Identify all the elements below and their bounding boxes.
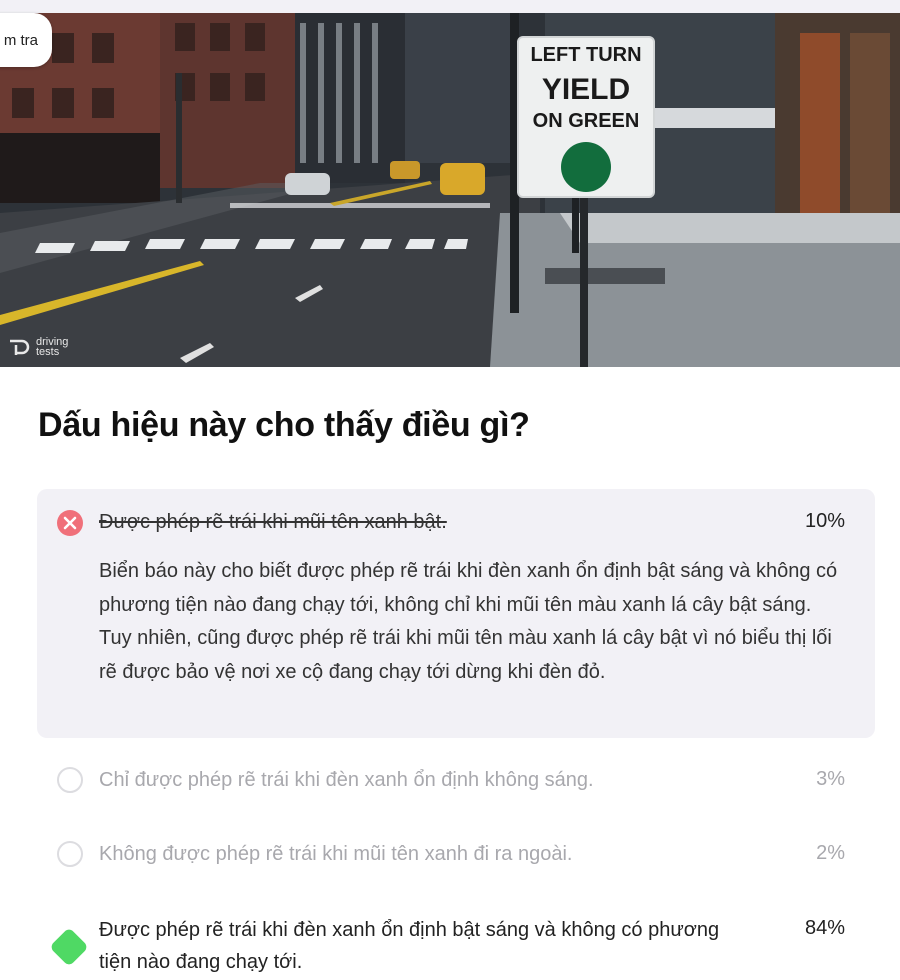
radio-circle-icon — [57, 767, 83, 793]
answer-3-label: Không được phép rẽ trái khi mũi tên xanh… — [99, 843, 573, 865]
back-pill[interactable]: m tra — [0, 13, 52, 67]
answer-3-percent: 2% — [816, 842, 845, 864]
answer-2-percent: 3% — [816, 768, 845, 790]
answer-1-percent: 10% — [804, 510, 845, 532]
answer-option-4[interactable]: Được phép rẽ trái khi đèn xanh ổn định b… — [37, 913, 875, 980]
sign-line-1: LEFT TURN — [530, 44, 641, 66]
radio-circle-icon — [57, 841, 83, 867]
sign-line-2: YIELD — [542, 73, 630, 106]
watermark: driving tests — [8, 336, 80, 358]
question-image: LEFT TURN YIELD ON GREEN — [0, 13, 900, 367]
correct-diamond-icon — [49, 927, 89, 967]
wrong-icon — [57, 510, 83, 536]
answer-option-3[interactable]: Không được phép rẽ trái khi mũi tên xanh… — [37, 836, 875, 876]
back-pill-label: m tra — [3, 31, 38, 49]
answer-option-2[interactable]: Chỉ được phép rẽ trái khi đèn xanh ổn đị… — [37, 762, 875, 802]
answer-2-label: Chỉ được phép rẽ trái khi đèn xanh ổn đị… — [99, 769, 594, 791]
answer-4-label: Được phép rẽ trái khi đèn xanh ổn định b… — [99, 919, 720, 973]
sign-line-3: ON GREEN — [533, 110, 640, 132]
question-title: Dấu hiệu này cho thấy điều gì? — [38, 406, 530, 444]
answer-explanation: Biển báo này cho biết được phép rẽ trái … — [99, 560, 838, 683]
green-circle — [561, 142, 611, 192]
watermark-text: driving tests — [36, 336, 69, 358]
answer-4-percent: 84% — [804, 917, 845, 939]
answer-1-label: Được phép rẽ trái khi mũi tên xanh bật. — [99, 511, 447, 533]
driving-tests-logo-icon — [10, 339, 30, 355]
answer-option-1[interactable]: Được phép rẽ trái khi mũi tên xanh bật. … — [37, 489, 875, 738]
top-strip — [0, 0, 900, 13]
